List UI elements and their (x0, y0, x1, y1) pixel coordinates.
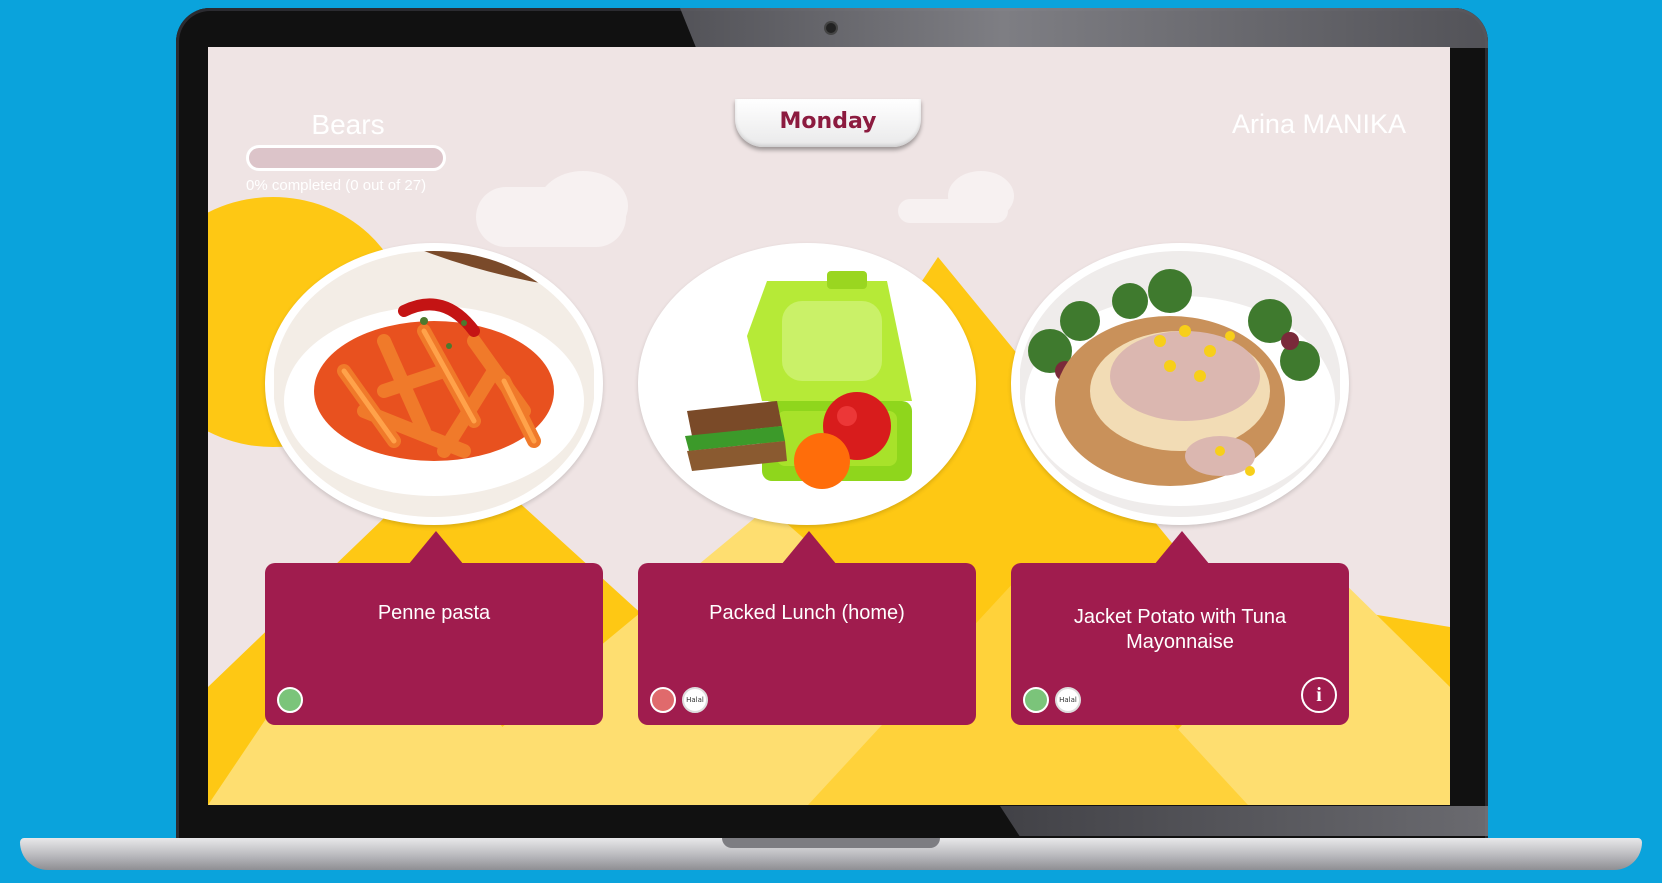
meal-title: Packed Lunch (home) (709, 602, 905, 624)
cloud-decoration (948, 171, 1014, 221)
halal-icon: Halal (1055, 687, 1081, 713)
laptop-bezel-reflection (1000, 806, 1488, 836)
class-name: Bears (311, 109, 385, 140)
lunchbox-image (647, 251, 967, 517)
speech-pointer (1154, 531, 1210, 565)
meal-info-panel: Jacket Potato with Tuna Mayonnaise Halal… (1011, 563, 1349, 725)
meal-photo-packed-lunch (638, 243, 976, 525)
meal-title: Jacket Potato with Tuna Mayonnaise (1073, 606, 1287, 653)
progress-bar (246, 145, 446, 171)
halal-icon: Halal (682, 687, 708, 713)
dietary-dot-icon (1023, 687, 1049, 713)
speech-pointer (781, 531, 837, 565)
meal-card[interactable]: Packed Lunch (home) Halal (638, 243, 976, 733)
meal-info-panel: Penne pasta (265, 563, 603, 725)
day-selector-tab[interactable]: Monday (735, 99, 921, 147)
meal-info-panel: Packed Lunch (home) Halal (638, 563, 976, 725)
laptop-lid-reflection (680, 8, 1488, 48)
dietary-dot-icon (650, 687, 676, 713)
meal-card[interactable]: Penne pasta (265, 243, 603, 733)
dietary-badges: Halal (1023, 687, 1081, 713)
dietary-badges: Halal (650, 687, 708, 713)
user-name: Arina MANIKA (1231, 109, 1406, 139)
webcam-icon (826, 23, 836, 33)
info-icon[interactable]: i (1301, 677, 1337, 713)
speech-pointer (408, 531, 464, 565)
meal-photo-jacket-potato (1011, 243, 1349, 525)
dietary-dot-icon (277, 687, 303, 713)
dietary-badges (277, 687, 303, 713)
meal-photo-penne-pasta (265, 243, 603, 525)
progress-text: 0% completed (0 out of 27) (246, 177, 427, 194)
cloud-decoration (538, 171, 628, 241)
pasta-image (274, 251, 594, 517)
meal-card[interactable]: Jacket Potato with Tuna Mayonnaise Halal… (1011, 243, 1349, 733)
app-screen: Bears 0% completed (0 out of 27) Monday … (208, 47, 1450, 805)
meal-title: Penne pasta (377, 602, 491, 624)
jacket-potato-image (1020, 251, 1340, 517)
laptop-base-notch (722, 838, 940, 848)
